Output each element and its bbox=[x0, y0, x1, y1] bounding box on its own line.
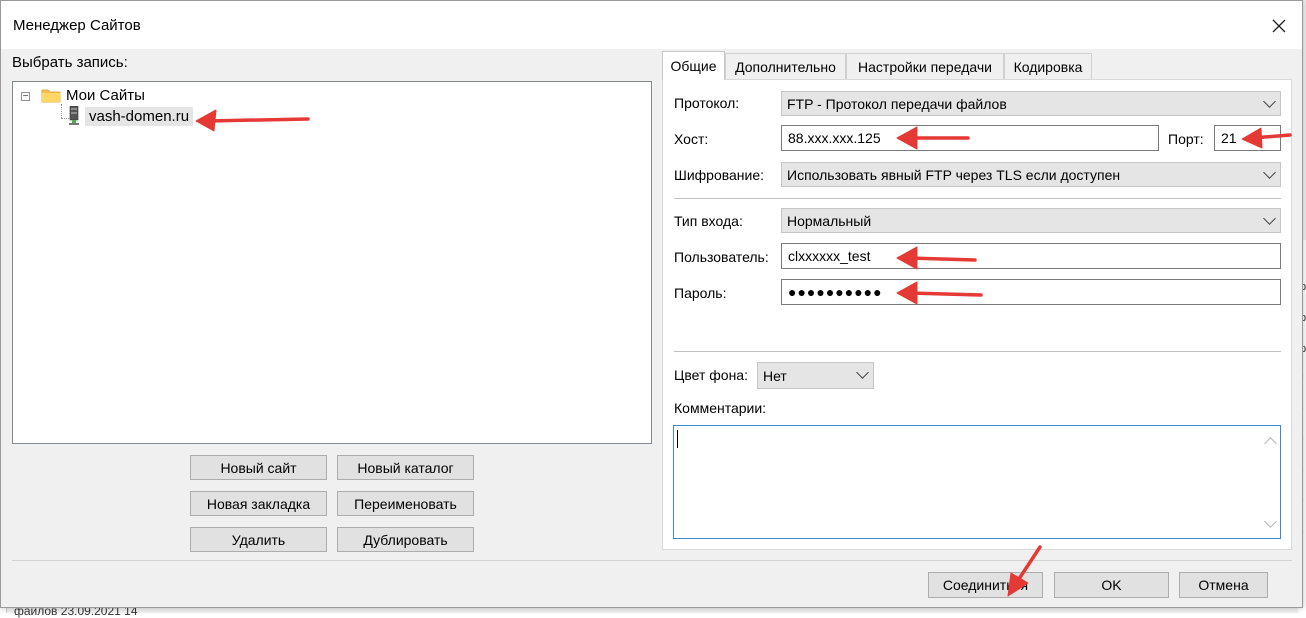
comments-textarea[interactable] bbox=[673, 425, 1281, 539]
chevron-down-icon bbox=[1263, 95, 1276, 108]
folder-icon bbox=[41, 89, 61, 103]
protocol-select[interactable]: FTP - Протокол передачи файлов bbox=[781, 91, 1281, 116]
title-bar: Менеджер Сайтов bbox=[1, 1, 1302, 49]
logon-type-value: Нормальный bbox=[787, 212, 872, 229]
scroll-up-icon[interactable] bbox=[1264, 437, 1277, 450]
user-input[interactable]: clxxxxxx_test bbox=[781, 243, 1281, 269]
dialog-title: Менеджер Сайтов bbox=[13, 17, 141, 34]
user-value: clxxxxxx_test bbox=[788, 248, 871, 264]
close-button[interactable] bbox=[1262, 9, 1296, 43]
user-label: Пользователь: bbox=[674, 249, 769, 265]
password-value: ●●●●●●●●●● bbox=[788, 284, 883, 300]
chevron-down-icon bbox=[1263, 166, 1276, 179]
tree-item-vash-domen[interactable]: vash-domen.ru bbox=[85, 107, 194, 126]
tab-advanced[interactable]: Дополнительно bbox=[725, 53, 846, 79]
protocol-label: Протокол: bbox=[674, 95, 740, 111]
background-color-select[interactable]: Нет bbox=[757, 362, 874, 389]
encryption-select[interactable]: Использовать явный FTP через TLS если до… bbox=[781, 162, 1281, 187]
encryption-label: Шифрование: bbox=[674, 167, 765, 183]
host-value: 88.xxx.xxx.125 bbox=[788, 130, 881, 146]
chevron-down-icon bbox=[856, 366, 869, 379]
chevron-down-icon bbox=[1263, 212, 1276, 225]
duplicate-button[interactable]: Дублировать bbox=[337, 527, 474, 552]
delete-button[interactable]: Удалить bbox=[190, 527, 327, 552]
connect-button[interactable]: Соединиться bbox=[928, 572, 1043, 598]
tab-charset[interactable]: Кодировка bbox=[1004, 53, 1092, 79]
tab-transfer-settings[interactable]: Настройки передачи bbox=[846, 53, 1004, 79]
logon-type-label: Тип входа: bbox=[674, 213, 743, 229]
close-icon bbox=[1272, 19, 1286, 33]
password-input[interactable]: ●●●●●●●●●● bbox=[781, 279, 1281, 305]
password-label: Пароль: bbox=[674, 285, 727, 301]
divider bbox=[674, 351, 1281, 352]
select-entry-label: Выбрать запись: bbox=[12, 54, 128, 71]
host-label: Хост: bbox=[674, 131, 709, 147]
cancel-button[interactable]: Отмена bbox=[1179, 572, 1268, 598]
logon-type-select[interactable]: Нормальный bbox=[781, 208, 1281, 233]
divider bbox=[674, 198, 1281, 199]
protocol-value: FTP - Протокол передачи файлов bbox=[787, 95, 1007, 112]
tab-general[interactable]: Общие bbox=[662, 51, 725, 80]
comments-label: Комментарии: bbox=[674, 400, 767, 416]
site-tree[interactable]: − Мои Сайты vash-domen.ru bbox=[12, 81, 652, 444]
tree-root-my-sites[interactable]: Мои Сайты bbox=[66, 87, 145, 104]
new-folder-button[interactable]: Новый каталог bbox=[337, 455, 474, 480]
port-input[interactable]: 21 bbox=[1214, 125, 1281, 151]
footer-divider bbox=[12, 560, 1292, 561]
rename-button[interactable]: Переименовать bbox=[337, 491, 474, 516]
new-site-button[interactable]: Новый сайт bbox=[190, 455, 327, 480]
background-color-label: Цвет фона: bbox=[674, 367, 748, 383]
tree-connector bbox=[61, 104, 62, 118]
background-color-value: Нет bbox=[763, 367, 787, 384]
scroll-down-icon[interactable] bbox=[1264, 515, 1277, 528]
server-icon bbox=[69, 106, 79, 125]
tree-collapse-toggle[interactable]: − bbox=[21, 92, 30, 102]
port-label: Порт: bbox=[1168, 131, 1204, 147]
text-caret bbox=[677, 430, 678, 448]
host-input[interactable]: 88.xxx.xxx.125 bbox=[781, 125, 1159, 151]
new-bookmark-button[interactable]: Новая закладка bbox=[190, 491, 327, 516]
ok-button[interactable]: OK bbox=[1054, 572, 1169, 598]
encryption-value: Использовать явный FTP через TLS если до… bbox=[787, 166, 1121, 183]
port-value: 21 bbox=[1221, 130, 1237, 146]
